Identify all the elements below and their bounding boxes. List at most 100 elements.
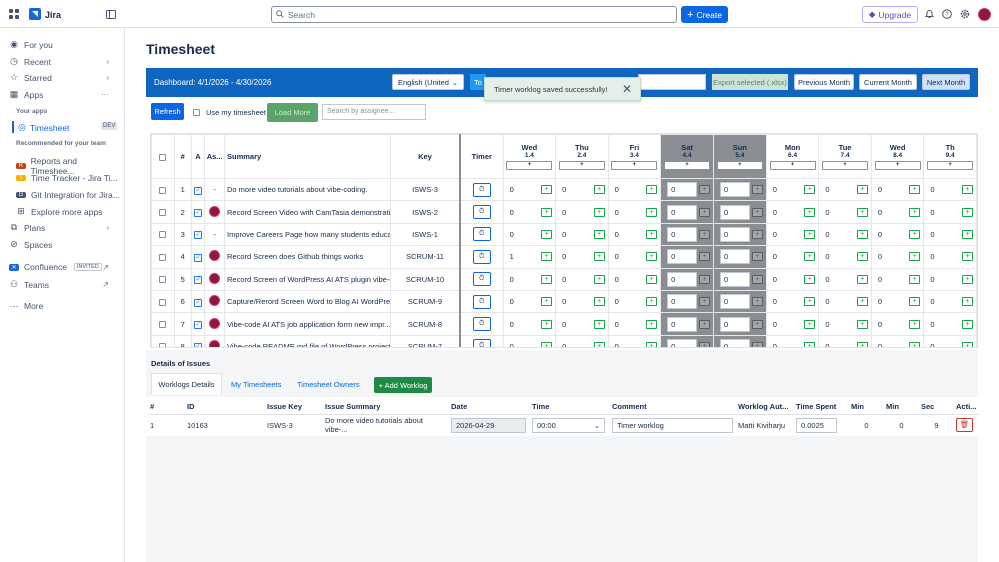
hours-value[interactable]: 0 (667, 182, 698, 198)
add-hours-button[interactable]: + (593, 319, 605, 329)
hours-value[interactable]: 0 (773, 252, 777, 261)
add-hours-button[interactable]: + (646, 297, 658, 307)
row-checkbox[interactable] (159, 321, 167, 329)
add-hours-button[interactable]: + (593, 207, 605, 217)
add-hours-button[interactable]: + (962, 229, 973, 239)
hours-value[interactable]: 0 (615, 275, 619, 284)
search-assignee-input[interactable]: Search by assignee... (322, 104, 426, 120)
row-checkbox-cell[interactable] (151, 267, 175, 291)
add-hours-button[interactable]: + (804, 185, 816, 195)
issue-key[interactable]: SCRUM-7 (390, 334, 461, 347)
hours-value[interactable]: 0 (719, 271, 750, 287)
issue-summary[interactable]: Improve Careers Page how many students e… (224, 222, 392, 247)
day-bulk-input[interactable]: + (927, 161, 974, 170)
hours-value[interactable]: 0 (667, 249, 698, 265)
add-hours-button[interactable]: + (909, 274, 921, 284)
add-hours-button[interactable]: + (646, 274, 658, 284)
hours-value[interactable]: 0 (667, 204, 698, 220)
add-hours-button[interactable]: + (698, 207, 710, 217)
add-hours-button[interactable]: + (698, 341, 710, 347)
hours-value[interactable]: 0 (825, 230, 829, 239)
create-button[interactable]: + Create (681, 6, 728, 23)
load-more-button[interactable]: Load More (267, 103, 318, 122)
hours-value[interactable]: 0 (562, 297, 566, 306)
export-button[interactable]: Export selected (.xlsx) (712, 74, 788, 90)
add-hours-button[interactable]: + (751, 252, 763, 262)
more-dots-icon[interactable]: ··· (101, 90, 109, 99)
hours-value[interactable]: 0 (878, 252, 882, 261)
add-hours-button[interactable]: + (646, 207, 658, 217)
issue-summary[interactable]: Record Screen does Github things works (224, 245, 392, 269)
jira-logo-icon[interactable] (29, 8, 41, 20)
day-bulk-input[interactable]: + (558, 161, 605, 170)
add-hours-button[interactable]: + (646, 341, 658, 347)
add-hours-button[interactable]: + (909, 297, 921, 307)
hours-value[interactable]: 0 (825, 297, 829, 306)
refresh-button[interactable]: Refresh (151, 103, 184, 120)
row-checkbox[interactable] (159, 343, 167, 347)
issue-key[interactable]: SCRUM-8 (390, 312, 461, 336)
hours-value[interactable]: 0 (615, 208, 619, 217)
tab-my-timesheets[interactable]: My Timesheets (231, 380, 281, 389)
add-hours-button[interactable]: + (751, 297, 763, 307)
stopwatch-icon[interactable]: ⏱ (472, 249, 491, 264)
search-input[interactable]: Search (271, 6, 677, 23)
row-checkbox[interactable] (159, 298, 167, 306)
hours-value[interactable]: 0 (562, 208, 566, 217)
hours-value[interactable]: 0 (878, 208, 882, 217)
sidebar-item-apps[interactable]: ▦ Apps ··· (9, 89, 119, 100)
next-month-button[interactable]: Next Month (922, 74, 970, 90)
add-hours-button[interactable]: + (804, 207, 816, 217)
add-hours-button[interactable]: + (856, 252, 868, 262)
add-hours-button[interactable]: + (751, 319, 763, 329)
issue-key[interactable]: ISWS-2 (390, 200, 461, 224)
add-hours-button[interactable]: + (962, 185, 973, 195)
add-hours-button[interactable]: + (541, 207, 553, 217)
add-hours-button[interactable]: + (804, 252, 816, 262)
add-hours-button[interactable]: + (698, 252, 710, 262)
hours-value[interactable]: 0 (562, 342, 566, 347)
hours-value[interactable]: 0 (667, 316, 698, 332)
issue-key[interactable]: SCRUM-9 (390, 289, 461, 314)
add-hours-button[interactable]: + (541, 229, 553, 239)
issue-summary[interactable]: Vibe-code AI ATS job application form ne… (224, 312, 392, 336)
row-checkbox[interactable] (159, 186, 167, 194)
row-checkbox-cell[interactable] (151, 245, 175, 269)
hours-value[interactable]: 0 (667, 271, 698, 287)
app-switcher-icon[interactable] (8, 8, 20, 20)
add-hours-button[interactable]: + (541, 341, 553, 347)
day-bulk-input[interactable]: + (611, 161, 658, 170)
add-hours-button[interactable]: + (909, 185, 921, 195)
close-icon[interactable]: ✕ (622, 82, 632, 96)
sidebar-item-spaces[interactable]: ⊘ Spaces (9, 239, 119, 250)
day-bulk-input[interactable]: + (664, 161, 711, 170)
add-hours-button[interactable]: + (751, 185, 763, 195)
stopwatch-icon[interactable]: ⏱ (472, 182, 491, 197)
hours-value[interactable]: 0 (773, 185, 777, 194)
hours-value[interactable]: 0 (825, 342, 829, 347)
worklog-time-select[interactable]: 00:00 ⌄ (532, 417, 605, 433)
row-checkbox-cell[interactable] (151, 289, 175, 314)
hours-value[interactable]: 0 (667, 226, 698, 242)
sidebar-item-git-integration[interactable]: G Git Integration for Jira... (16, 190, 120, 200)
add-hours-button[interactable]: + (856, 341, 868, 347)
hours-value[interactable]: 0 (719, 249, 750, 265)
add-hours-button[interactable]: + (856, 229, 868, 239)
add-hours-button[interactable]: + (962, 319, 973, 329)
help-icon[interactable]: ? (941, 8, 953, 20)
add-hours-button[interactable]: + (751, 341, 763, 347)
sidebar-item-starred[interactable]: ☆ Starred › (9, 72, 119, 83)
add-hours-button[interactable]: + (856, 297, 868, 307)
hours-value[interactable]: 0 (825, 185, 829, 194)
hours-value[interactable]: 0 (510, 185, 514, 194)
trash-icon[interactable]: 🗑 (956, 418, 973, 433)
issue-key[interactable]: SCRUM-10 (390, 267, 461, 291)
sidebar-item-for-you[interactable]: ◉ For you (9, 39, 119, 50)
hours-value[interactable]: 0 (510, 275, 514, 284)
hours-value[interactable]: 0 (562, 320, 566, 329)
add-hours-button[interactable]: + (856, 185, 868, 195)
hours-value[interactable]: 0 (773, 230, 777, 239)
sidebar-item-plans[interactable]: ⧉ Plans › (9, 222, 119, 233)
sidebar-item-time-tracker[interactable]: T Time Tracker - Jira Ti... (16, 173, 120, 183)
day-bulk-input[interactable]: + (506, 161, 553, 170)
